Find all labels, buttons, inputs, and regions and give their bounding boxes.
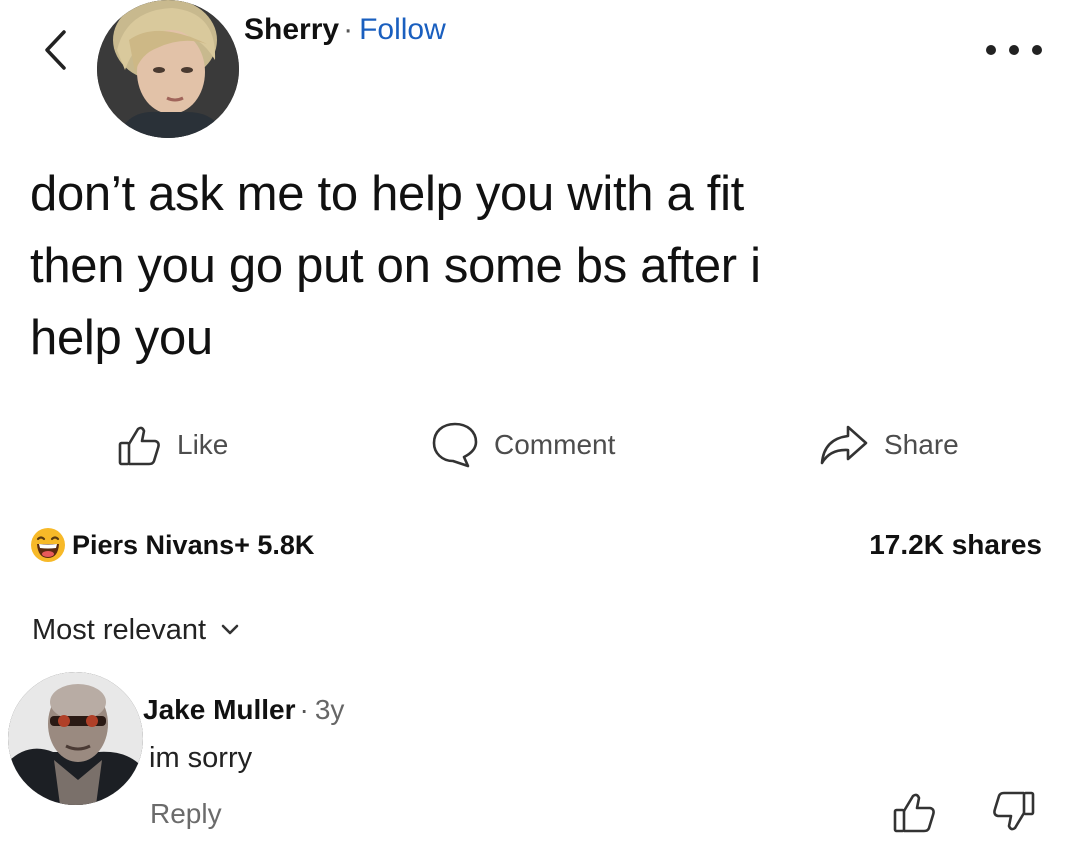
like-button[interactable]: Like [115,418,228,472]
like-label: Like [177,429,229,460]
comment-text: im sorry [149,742,253,774]
comment-header: Jake Muller · 3y [143,690,344,730]
post-text-line: help you [30,311,213,365]
poster-avatar[interactable] [97,0,239,138]
poster-name[interactable]: Sherry [244,13,339,46]
comment-button[interactable]: Comment [430,418,615,472]
post-text-line: then you go put on some bs after i [30,239,761,293]
follow-button[interactable]: Follow [359,13,446,46]
comment-label: Comment [494,429,616,460]
comment-time: 3y [314,694,345,725]
share-label: Share [884,429,959,460]
laughing-emoji-icon [31,528,65,562]
more-dot-icon [1032,45,1042,55]
share-arrow-icon [820,425,868,465]
separator-dot: · [299,694,309,725]
more-options-button[interactable] [986,38,1042,62]
chevron-down-icon [221,624,239,635]
separator-dot: · [343,13,354,46]
downvote-button[interactable] [990,788,1038,836]
share-button[interactable]: Share [818,418,959,472]
chevron-left-icon [45,30,66,70]
reactions-text: Piers Nivans+ 5.8K [72,529,315,560]
more-dot-icon [986,45,996,55]
sort-label: Most relevant [32,613,207,646]
thumbs-down-icon [993,791,1035,831]
post-text: don’t ask me to help you with a fit then… [30,158,1030,374]
more-dot-icon [1009,45,1019,55]
speech-bubble-icon [432,422,478,468]
post-header: Sherry · Follow [244,10,446,50]
thumbs-up-icon [118,426,160,466]
avatar-image [8,672,143,805]
upvote-button[interactable] [890,788,938,836]
back-button[interactable] [30,20,80,80]
commenter-avatar[interactable] [8,672,143,805]
reply-button[interactable]: Reply [150,794,222,834]
sort-dropdown[interactable]: Most relevant [32,608,240,652]
avatar-image [97,0,239,138]
thumbs-up-icon [893,793,935,833]
comment-author[interactable]: Jake Muller [143,694,296,725]
reactions-summary[interactable]: Piers Nivans+ 5.8K [30,524,314,566]
shares-count[interactable]: 17.2K shares [869,524,1042,566]
post-text-line: don’t ask me to help you with a fit [30,167,744,221]
